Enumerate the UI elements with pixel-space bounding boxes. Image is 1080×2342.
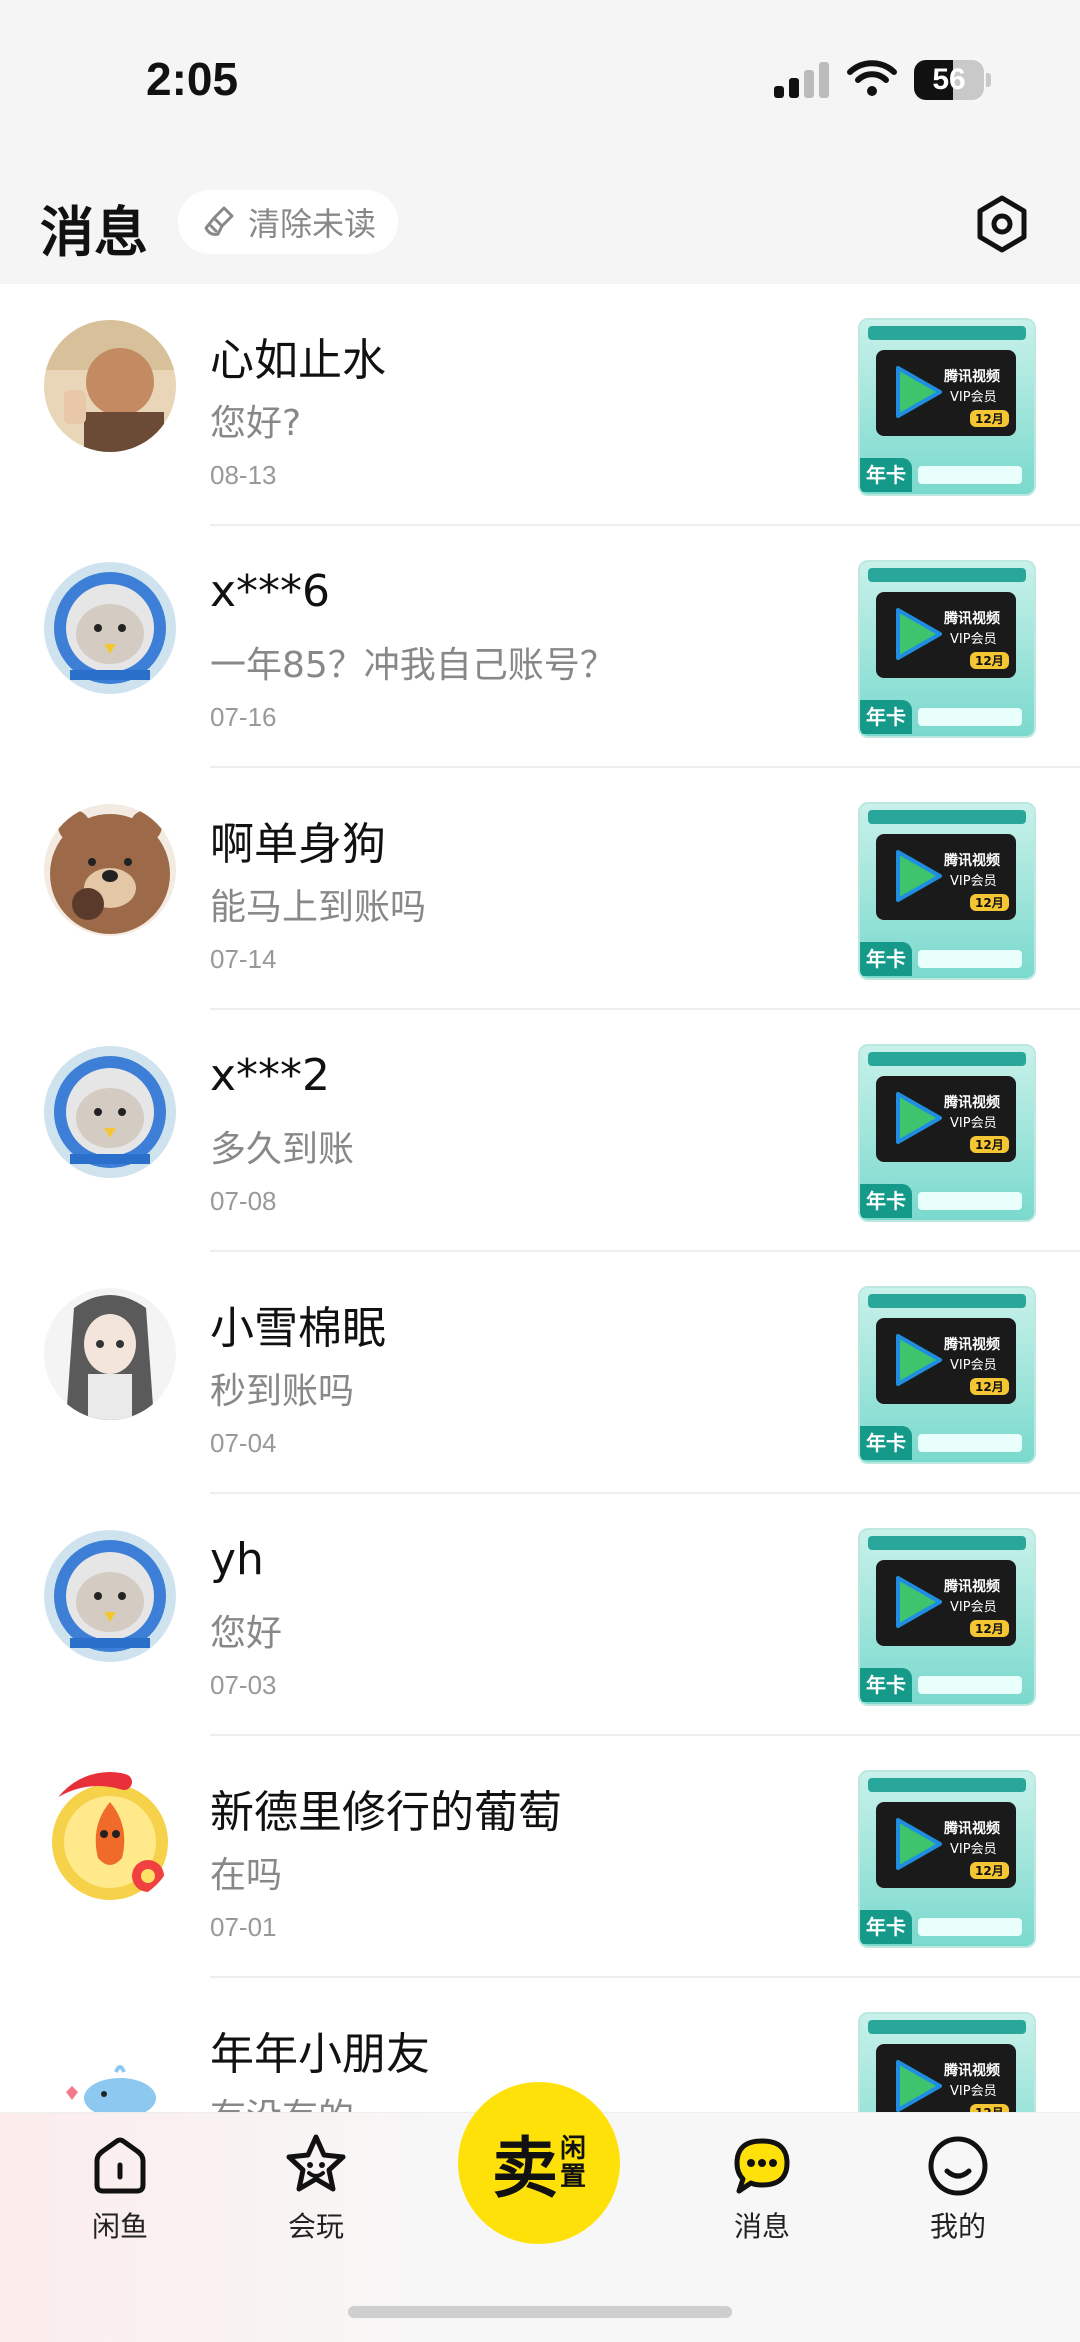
message-preview: 秒到账吗 xyxy=(210,1371,355,1412)
product-thumbnail[interactable]: 腾讯视频 VIP会员 12月 年卡 xyxy=(858,802,1036,980)
annual-card-tag: 年卡 xyxy=(860,458,912,492)
message-preview: 能马上到账吗 xyxy=(210,887,427,928)
settings-gear-icon[interactable] xyxy=(972,194,1032,254)
message-date: 07-16 xyxy=(210,702,277,732)
conversation-list: 心如止水 您好? 08-13 腾讯视频 VIP会员 12月 年卡 x***6 一… xyxy=(0,284,1080,2220)
product-thumbnail[interactable]: 腾讯视频 VIP会员 12月 年卡 xyxy=(858,1286,1036,1464)
contact-name: 年年小朋友 xyxy=(210,2029,430,2080)
message-preview: 您好? xyxy=(210,403,302,444)
header: 消息 清除未读 xyxy=(0,150,1080,284)
tab-label: 会玩 xyxy=(287,2210,344,2243)
annual-card-tag: 年卡 xyxy=(860,700,912,734)
clear-unread-label: 清除未读 xyxy=(248,205,377,243)
cellular-signal-icon xyxy=(774,62,829,98)
battery-icon: 56 xyxy=(914,60,991,100)
home-icon xyxy=(94,2137,146,2194)
wifi-icon xyxy=(847,60,897,96)
message-preview: 在吗 xyxy=(210,1855,283,1896)
sell-button[interactable]: 卖 闲 置 xyxy=(458,2082,620,2244)
tab-play[interactable]: 会玩 xyxy=(256,2133,376,2273)
conversation-item[interactable]: x***6 一年85？冲我自己账号？ 07-16 腾讯视频 VIP会员 12月 … xyxy=(0,526,1080,768)
avatar[interactable] xyxy=(44,1530,176,1662)
product-thumbnail[interactable]: 腾讯视频 VIP会员 12月 年卡 xyxy=(858,1528,1036,1706)
tab-me[interactable]: 我的 xyxy=(898,2133,1018,2273)
avatar[interactable] xyxy=(44,1046,176,1178)
contact-name: 小雪棉眠 xyxy=(210,1303,386,1354)
tab-messages[interactable]: 消息 xyxy=(702,2133,822,2273)
product-thumbnail[interactable]: 腾讯视频 VIP会员 12月 年卡 xyxy=(858,318,1036,496)
message-date: 08-13 xyxy=(210,460,277,490)
home-indicator xyxy=(348,2306,732,2318)
contact-name: x***6 xyxy=(210,566,331,617)
conversation-item[interactable]: 心如止水 您好? 08-13 腾讯视频 VIP会员 12月 年卡 xyxy=(0,284,1080,526)
broom-icon xyxy=(204,206,234,236)
avatar[interactable] xyxy=(44,804,176,936)
contact-name: 新德里修行的葡萄 xyxy=(210,1787,562,1838)
conversation-item[interactable]: 啊单身狗 能马上到账吗 07-14 腾讯视频 VIP会员 12月 年卡 xyxy=(0,768,1080,1010)
play-icon xyxy=(896,1092,942,1144)
message-date: 07-01 xyxy=(210,1912,277,1942)
contact-name: x***2 xyxy=(210,1050,331,1101)
battery-percent: 56 xyxy=(932,63,966,96)
product-thumbnail[interactable]: 腾讯视频 VIP会员 12月 年卡 xyxy=(858,1770,1036,1948)
tab-label: 我的 xyxy=(929,2210,986,2243)
annual-card-tag: 年卡 xyxy=(860,1910,912,1944)
star-face-icon xyxy=(286,2134,346,2192)
product-thumbnail[interactable]: 腾讯视频 VIP会员 12月 年卡 xyxy=(858,1044,1036,1222)
message-preview: 一年85？冲我自己账号？ xyxy=(210,645,616,686)
avatar[interactable] xyxy=(44,562,176,694)
status-time: 2:05 xyxy=(146,53,239,105)
message-preview: 您好 xyxy=(210,1613,283,1654)
sell-sub-bottom: 置 xyxy=(559,2162,586,2192)
play-icon xyxy=(896,366,942,418)
annual-card-tag: 年卡 xyxy=(860,1184,912,1218)
sell-main-label: 卖 xyxy=(491,2130,558,2207)
play-icon xyxy=(896,1576,942,1628)
play-icon xyxy=(896,850,942,902)
contact-name: 心如止水 xyxy=(210,335,386,386)
conversation-item[interactable]: yh 您好 07-03 腾讯视频 VIP会员 12月 年卡 xyxy=(0,1494,1080,1736)
message-date: 07-04 xyxy=(210,1428,277,1458)
avatar[interactable] xyxy=(44,1772,176,1904)
play-icon xyxy=(896,608,942,660)
product-thumbnail[interactable]: 腾讯视频 VIP会员 12月 年卡 xyxy=(858,560,1036,738)
conversation-item[interactable]: x***2 多久到账 07-08 腾讯视频 VIP会员 12月 年卡 xyxy=(0,1010,1080,1252)
page-title: 消息 xyxy=(40,201,148,264)
conversation-item[interactable]: 小雪棉眠 秒到账吗 07-04 腾讯视频 VIP会员 12月 年卡 xyxy=(0,1252,1080,1494)
message-date: 07-14 xyxy=(210,944,277,974)
annual-card-tag: 年卡 xyxy=(860,1426,912,1460)
avatar[interactable] xyxy=(44,1288,176,1420)
status-bar: 2:05 56 xyxy=(0,0,1080,150)
conversation-item[interactable]: 新德里修行的葡萄 在吗 07-01 腾讯视频 VIP会员 12月 年卡 xyxy=(0,1736,1080,1978)
contact-name: yh xyxy=(210,1534,264,1585)
chat-bubble-icon xyxy=(734,2138,790,2194)
avatar[interactable] xyxy=(44,320,176,452)
smile-face-icon xyxy=(928,2136,988,2196)
annual-card-tag: 年卡 xyxy=(860,942,912,976)
message-preview: 多久到账 xyxy=(210,1129,355,1170)
contact-name: 啊单身狗 xyxy=(210,819,386,870)
play-icon xyxy=(896,1818,942,1870)
clear-unread-button[interactable]: 清除未读 xyxy=(178,190,398,254)
tab-label: 闲鱼 xyxy=(91,2210,148,2243)
annual-card-tag: 年卡 xyxy=(860,1668,912,1702)
tab-home[interactable]: 闲鱼 xyxy=(60,2133,180,2273)
message-date: 07-03 xyxy=(210,1670,277,1700)
sell-sub-top: 闲 xyxy=(559,2134,586,2164)
message-date: 07-08 xyxy=(210,1186,277,1216)
play-icon xyxy=(896,1334,942,1386)
play-icon xyxy=(896,2060,942,2112)
tab-label: 消息 xyxy=(733,2210,790,2243)
